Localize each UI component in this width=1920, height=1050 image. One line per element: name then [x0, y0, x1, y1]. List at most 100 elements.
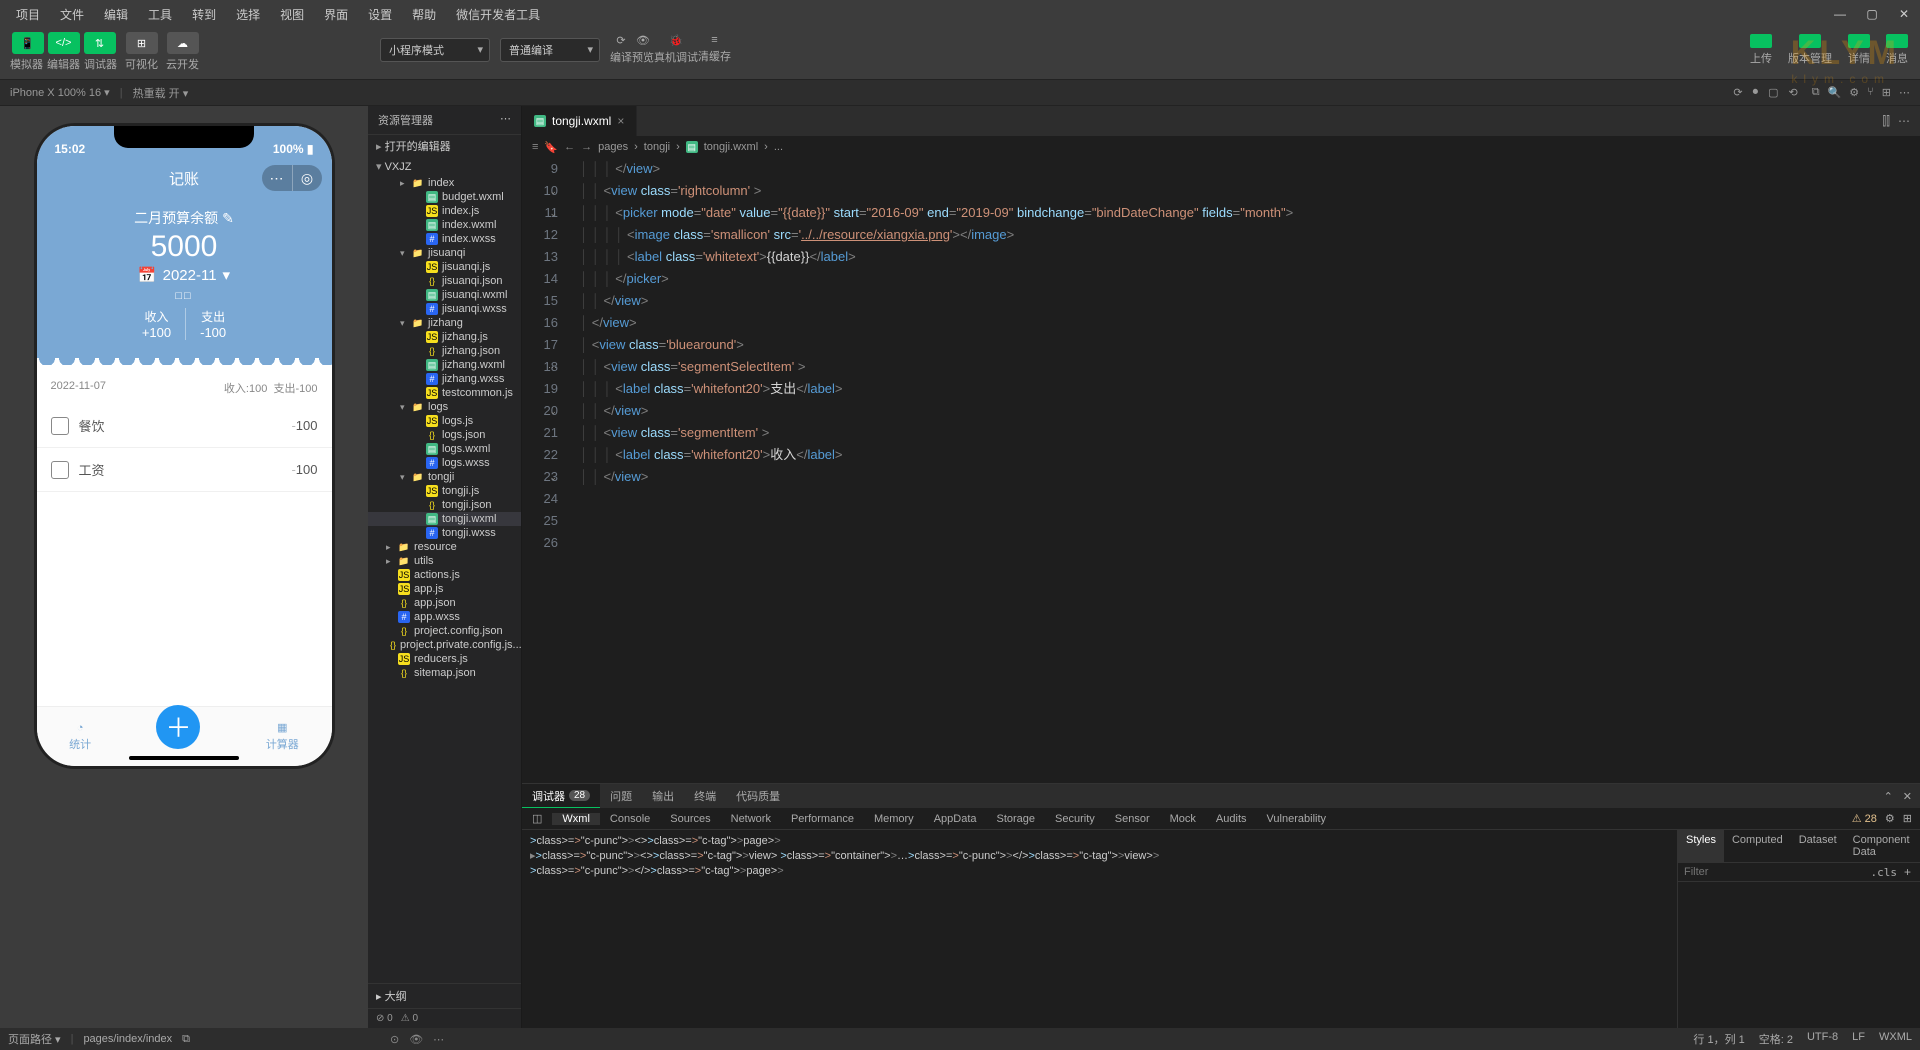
explorer-files-icon[interactable]: ⧉ — [1812, 86, 1820, 99]
bc-menu-icon[interactable]: ≡ — [532, 141, 538, 153]
tree-jizhang.js[interactable]: JSjizhang.js — [368, 330, 521, 344]
tree-actions.js[interactable]: JSactions.js — [368, 568, 521, 582]
tree-jisuanqi.js[interactable]: JSjisuanqi.js — [368, 260, 521, 274]
edit-icon[interactable]: ✎ — [222, 210, 234, 227]
tree-logs.wxml[interactable]: ▤logs.wxml — [368, 442, 521, 456]
add-button[interactable]: ＋ — [156, 705, 200, 749]
tree-project.private.config.js...[interactable]: project.private.config.js... — [368, 638, 521, 652]
bc-fwd-icon[interactable]: → — [581, 141, 592, 153]
minimize-button[interactable]: — — [1832, 7, 1848, 21]
status-LF[interactable]: LF — [1852, 1031, 1865, 1047]
tab-calculator[interactable]: ▦计算器 — [266, 721, 299, 752]
tree-logs[interactable]: 📁logs — [368, 400, 521, 414]
tree-logs.json[interactable]: logs.json — [368, 428, 521, 442]
code-editor[interactable]: 910⌄11⌄12131415161718⋯1920⌄212223⌄242526… — [522, 158, 1920, 783]
tree-jizhang.wxss[interactable]: #jizhang.wxss — [368, 372, 521, 386]
status-UTF-8[interactable]: UTF-8 — [1807, 1031, 1838, 1047]
bc-back-icon[interactable]: ← — [564, 141, 575, 153]
tree-jisuanqi.json[interactable]: jisuanqi.json — [368, 274, 521, 288]
compile-dropdown[interactable]: 普通编译 — [500, 38, 600, 62]
inspect-icon[interactable]: ◫ — [522, 812, 552, 825]
dt-sub-Storage[interactable]: Storage — [987, 813, 1046, 825]
sim-refresh-icon[interactable]: ⟳ — [1733, 86, 1742, 99]
clear-cache-button[interactable]: ≡清缓存 — [698, 34, 731, 65]
device-selector[interactable]: iPhone X 100% 16 ▾ — [10, 86, 110, 99]
tree-sitemap.json[interactable]: sitemap.json — [368, 666, 521, 680]
dt-sub-Mock[interactable]: Mock — [1160, 813, 1206, 825]
tree-index[interactable]: 📁index — [368, 176, 521, 190]
tb-上传[interactable]: 上传 — [1750, 34, 1772, 66]
tree-reducers.js[interactable]: JSreducers.js — [368, 652, 521, 666]
close-tab-icon[interactable]: × — [617, 114, 624, 128]
menu-文件[interactable]: 文件 — [52, 4, 92, 25]
devtools-collapse-icon[interactable]: ⌃ — [1884, 790, 1893, 803]
menu-界面[interactable]: 界面 — [316, 4, 356, 25]
dt-sub-Vulnerability[interactable]: Vulnerability — [1257, 813, 1337, 825]
dt-tab-终端[interactable]: 终端 — [684, 784, 726, 808]
editor-toggle[interactable]: </> — [48, 32, 80, 54]
sim-record-icon[interactable]: ⏺ — [1753, 86, 1759, 99]
tree-index.js[interactable]: JSindex.js — [368, 204, 521, 218]
dt-sub-Wxml[interactable]: Wxml — [552, 813, 600, 825]
dt-tab-输出[interactable]: 输出 — [642, 784, 684, 808]
devtools-dock-icon[interactable]: ⊞ — [1903, 812, 1912, 825]
tree-tongji.json[interactable]: tongji.json — [368, 498, 521, 512]
tree-app.js[interactable]: JSapp.js — [368, 582, 521, 596]
tree-project.config.json[interactable]: project.config.json — [368, 624, 521, 638]
sim-screenshot-icon[interactable]: ▢ — [1768, 86, 1778, 99]
page-path-label[interactable]: 页面路径 ▾ — [8, 1031, 61, 1047]
explorer-more-icon[interactable]: ⋯ — [500, 112, 511, 128]
side-tab-Dataset[interactable]: Dataset — [1791, 830, 1845, 862]
dt-sub-AppData[interactable]: AppData — [924, 813, 987, 825]
capsule-menu-icon[interactable]: ⋯ — [262, 165, 292, 191]
tree-tongji.wxml[interactable]: ▤tongji.wxml — [368, 512, 521, 526]
hot-reload-selector[interactable]: 热重载 开 ▾ — [133, 85, 189, 101]
tree-jizhang.wxml[interactable]: ▤jizhang.wxml — [368, 358, 521, 372]
explorer-more-icon[interactable]: ⋯ — [1899, 86, 1910, 99]
bc-seg[interactable]: pages — [598, 141, 628, 153]
compile-button[interactable]: ⟳编译 — [610, 34, 632, 65]
close-button[interactable]: ✕ — [1896, 7, 1912, 21]
side-tab-Component Data[interactable]: Component Data — [1845, 830, 1920, 862]
preview-button[interactable]: 👁预览 — [632, 34, 654, 65]
menu-工具[interactable]: 工具 — [140, 4, 180, 25]
copy-path-icon[interactable]: ⧉ — [182, 1033, 190, 1046]
warning-badge[interactable]: ⚠ 28 — [1852, 812, 1877, 825]
date-picker[interactable]: 📅 2022-11 ▾ — [37, 266, 332, 284]
tree-app.json[interactable]: app.json — [368, 596, 521, 610]
visual-toggle[interactable]: ⊞ — [126, 32, 158, 54]
tree-jizhang.json[interactable]: jizhang.json — [368, 344, 521, 358]
side-tab-Styles[interactable]: Styles — [1678, 830, 1724, 862]
split-editor-icon[interactable]: ⫿⫿ — [1882, 114, 1890, 129]
sb-icon[interactable]: ⊙ — [390, 1033, 399, 1046]
tree-index.wxss[interactable]: #index.wxss — [368, 232, 521, 246]
tree-testcommon.js[interactable]: JStestcommon.js — [368, 386, 521, 400]
explorer-search-icon[interactable]: 🔍 — [1828, 86, 1842, 99]
dt-tab-问题[interactable]: 问题 — [600, 784, 642, 808]
menu-项目[interactable]: 项目 — [8, 4, 48, 25]
open-editors-section[interactable]: 打开的编辑器 — [368, 135, 521, 157]
dt-tab-代码质量[interactable]: 代码质量 — [726, 784, 790, 808]
dt-sub-Sources[interactable]: Sources — [660, 813, 720, 825]
tree-budget.wxml[interactable]: ▤budget.wxml — [368, 190, 521, 204]
cls-button[interactable]: .cls — [1866, 866, 1901, 879]
simulator-toggle[interactable]: 📱 — [12, 32, 44, 54]
menu-编辑[interactable]: 编辑 — [96, 4, 136, 25]
dt-sub-Sensor[interactable]: Sensor — [1105, 813, 1160, 825]
add-style-icon[interactable]: + — [1901, 865, 1914, 879]
tree-jisuanqi.wxss[interactable]: #jisuanqi.wxss — [368, 302, 521, 316]
tree-resource[interactable]: 📁resource — [368, 540, 521, 554]
cloud-toggle[interactable]: ☁ — [167, 32, 199, 54]
explorer-ext-icon[interactable]: ⊞ — [1882, 86, 1891, 99]
menu-转到[interactable]: 转到 — [184, 4, 224, 25]
sim-rotate-icon[interactable]: ⟲ — [1789, 86, 1798, 99]
tree-index.wxml[interactable]: ▤index.wxml — [368, 218, 521, 232]
page-path[interactable]: pages/index/index — [83, 1033, 172, 1045]
tree-jisuanqi[interactable]: 📁jisuanqi — [368, 246, 521, 260]
maximize-button[interactable]: ▢ — [1864, 7, 1880, 21]
more-editor-icon[interactable]: ⋯ — [1898, 114, 1910, 128]
remote-debug-button[interactable]: 🐞真机调试 — [654, 34, 698, 65]
menu-视图[interactable]: 视图 — [272, 4, 312, 25]
tree-jisuanqi.wxml[interactable]: ▤jisuanqi.wxml — [368, 288, 521, 302]
mode-dropdown[interactable]: 小程序模式 — [380, 38, 490, 62]
